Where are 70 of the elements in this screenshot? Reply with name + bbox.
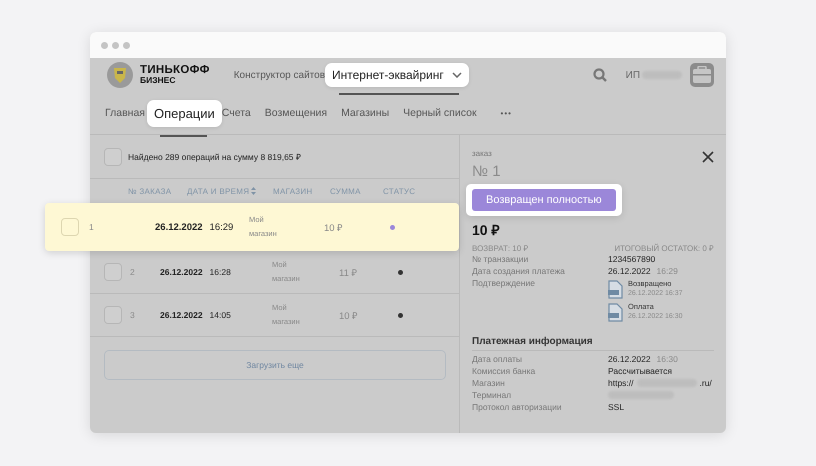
time-text: 16:28 [210, 267, 231, 277]
order-amount: 10 ₽ [472, 221, 500, 239]
close-button[interactable] [702, 151, 714, 163]
column-header: СУММА [330, 186, 362, 196]
product-tab[interactable]: Интернет-эквайринг [325, 63, 469, 87]
checkbox[interactable] [61, 218, 79, 236]
field-value: 26.12.2022 [608, 265, 651, 277]
user-label: ИП [626, 70, 640, 80]
field-label: Магазин [472, 377, 506, 389]
column-header: СТАТУС [383, 186, 416, 196]
product-tab[interactable]: Конструктор сайтов [234, 70, 326, 80]
order-number: 3 [130, 310, 136, 320]
amount-text: 10 ₽ [339, 310, 360, 322]
avatar-button[interactable] [690, 63, 714, 87]
summary-text: Найдено 289 операций на сумму 8 819,65 ₽ [128, 151, 301, 162]
logo-subtitle: БИЗНЕС [140, 75, 176, 85]
window-dot-icon [112, 42, 119, 48]
checkbox[interactable] [104, 148, 122, 166]
order-number: 1 [89, 222, 95, 232]
nav-tab[interactable]: Магазины [341, 107, 390, 119]
time-text: 16:29 [210, 222, 234, 232]
field-label: Протокол авторизации [472, 401, 563, 413]
url-end: .ru/ [700, 377, 712, 389]
order-number-title: № 1 [472, 163, 502, 181]
date-text: 26.12.2022 [160, 310, 203, 320]
time-text: 16:29 [656, 265, 678, 277]
balance-text: ИТОГОВЫЙ ОСТАТОК: 0 ₽ [614, 242, 714, 253]
load-more-button[interactable]: Загрузить еще [104, 350, 446, 380]
field-label: Дата создания платежа [472, 265, 566, 277]
refund-text: ВОЗВРАТ: 10 ₽ [472, 243, 528, 253]
order-number: 2 [130, 267, 136, 277]
nav-tab[interactable]: Главная [105, 107, 145, 119]
pdf-file-icon [608, 280, 623, 298]
nav-tab[interactable]: Операции [146, 100, 222, 126]
order-label: заказ [472, 149, 492, 158]
section-title: Платежная информация [472, 336, 714, 351]
amount-text: 10 ₽ [324, 222, 344, 234]
column-header: МАГАЗИН [273, 186, 314, 196]
pdf-file-icon [608, 302, 623, 322]
checkbox[interactable] [104, 306, 122, 324]
emblem-icon [106, 61, 134, 89]
field-label: № транзакции [472, 253, 530, 265]
chevron-down-icon [452, 72, 462, 78]
url-start: https:// [608, 377, 634, 389]
search-button[interactable] [592, 68, 607, 82]
amount-text: 11 ₽ [339, 266, 359, 278]
window-dot-icon [101, 42, 108, 48]
checkbox[interactable] [104, 263, 122, 281]
date-text: 26.12.2022 [160, 267, 203, 277]
field-value: Рассчитывается [608, 365, 672, 377]
field-label: Дата оплаты [472, 353, 524, 365]
logo-title: ТИНЬКОФФ [140, 65, 210, 75]
status-badge: Возвращен полностью [472, 189, 616, 211]
time-text: 16:30 [656, 353, 678, 365]
time-text: 14:05 [210, 310, 231, 320]
window-dot-icon [123, 42, 130, 48]
column-header: № ЗАКАЗА [128, 186, 172, 196]
date-text: 26.12.2022 [155, 222, 203, 232]
nav-tab[interactable]: Счета [222, 107, 251, 119]
nav-tab[interactable]: Черный список [403, 107, 477, 119]
more-button[interactable]: ••• [500, 108, 512, 118]
field-label: Подтверждение [472, 277, 536, 290]
field-label: Комиссия банка [472, 365, 536, 377]
field-value: 1234567890 [608, 253, 656, 265]
field-value: 26.12.2022 [608, 353, 651, 365]
sort-icon [251, 187, 256, 195]
field-value: SSL [608, 401, 624, 413]
nav-tab[interactable]: Возмещения [264, 107, 328, 119]
field-label: Терминал [472, 389, 512, 401]
column-header: ДАТА И ВРЕМЯ [187, 186, 250, 196]
